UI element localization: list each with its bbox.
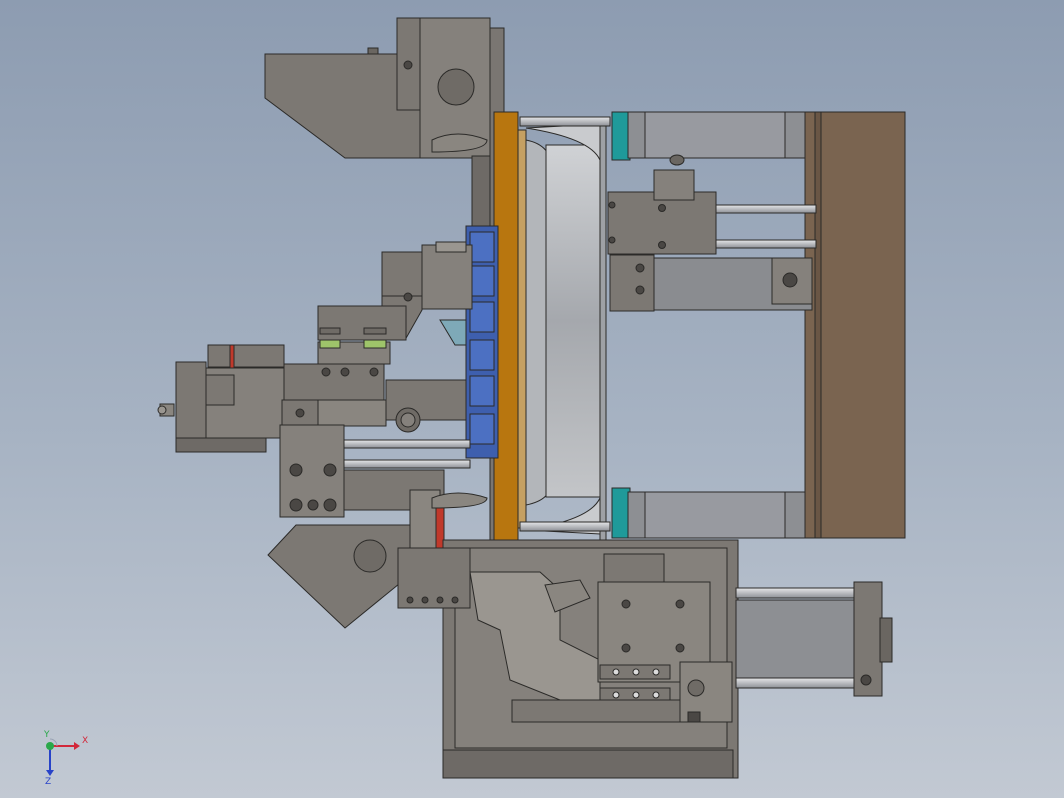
angled-lower-block	[267, 524, 411, 629]
x-axis-label: X	[82, 736, 89, 746]
xyz-triad	[46, 738, 80, 776]
cad-viewport[interactable]: X Y Z	[0, 0, 1064, 798]
z-axis-head	[46, 770, 54, 776]
teal-ring-bottom	[611, 487, 631, 539]
y-axis-dot	[46, 742, 54, 750]
x-axis-head	[74, 742, 80, 750]
top-wedge-block	[264, 17, 491, 159]
steel-cavity	[545, 144, 607, 498]
y-axis-label: Y	[44, 730, 50, 740]
guide-rod-bottom	[519, 521, 611, 532]
teal-ring-top	[611, 111, 631, 161]
mold-assembly-drawing	[46, 17, 906, 779]
left-end-block	[175, 361, 207, 451]
cylinder-lower-right	[735, 599, 857, 679]
z-axis-label: Z	[45, 777, 52, 787]
guide-rod-top	[519, 116, 611, 127]
